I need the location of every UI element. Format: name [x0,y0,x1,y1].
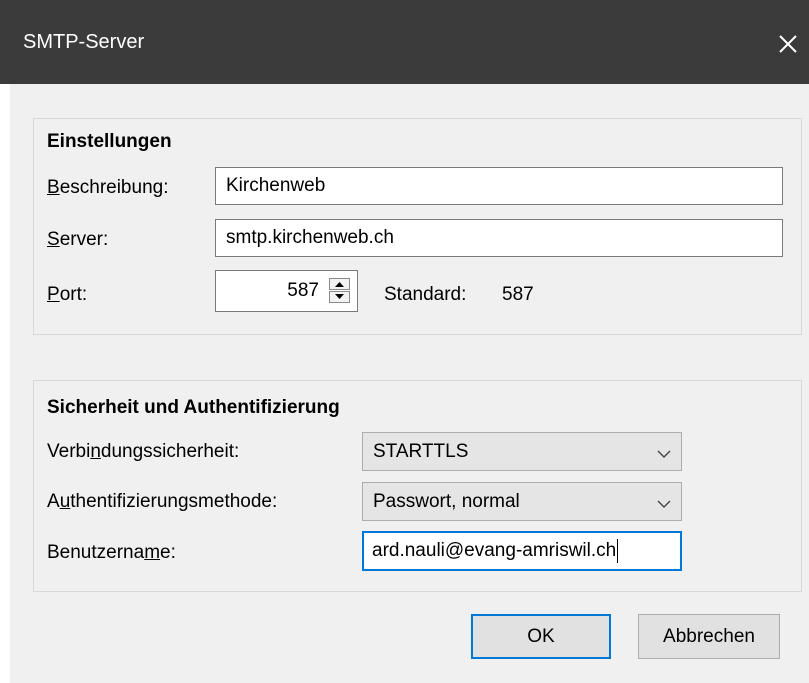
username-value: ard.nauli@evang-amriswil.ch [372,540,617,561]
auth-method-select[interactable]: Passwort, normal [362,482,682,521]
port-default-label: Standard: [384,284,467,305]
auth-method-label: Authentifizierungsmethode: [47,491,278,512]
port-default-value: 587 [502,284,534,305]
settings-group-title: Einstellungen [47,131,172,152]
title-bar[interactable]: SMTP-Server [0,0,809,84]
window-title: SMTP-Server [23,31,145,53]
ok-button[interactable]: OK [471,614,611,659]
connection-security-value: STARTTLS [373,440,469,462]
description-value: Kirchenweb [226,175,326,196]
connection-security-label: Verbindungssicherheit: [47,441,240,462]
arrow-down-icon[interactable] [329,291,350,303]
arrow-up-icon[interactable] [329,278,350,290]
security-group-title: Sicherheit und Authentifizierung [47,397,340,418]
server-input[interactable]: smtp.kirchenweb.ch [215,219,783,257]
ok-button-label: OK [527,625,555,647]
description-input[interactable]: Kirchenweb [215,167,783,205]
chevron-down-icon [657,495,671,509]
cancel-button-label: Abbrechen [663,625,755,647]
username-label: Benutzername: [47,542,176,563]
port-value: 587 [287,280,319,301]
chevron-down-icon [657,445,671,459]
server-value: smtp.kirchenweb.ch [226,227,394,248]
text-caret [617,539,619,563]
cancel-button[interactable]: Abbrechen [638,614,780,659]
server-label: Server: [47,229,109,250]
port-stepper[interactable]: 587 [215,270,358,312]
port-label: Port: [47,284,88,305]
connection-security-select[interactable]: STARTTLS [362,432,682,471]
close-icon[interactable] [770,26,804,60]
auth-method-value: Passwort, normal [373,490,520,512]
description-label: Beschreibung: [47,177,169,198]
username-input[interactable]: ard.nauli@evang-amriswil.ch [362,531,682,571]
